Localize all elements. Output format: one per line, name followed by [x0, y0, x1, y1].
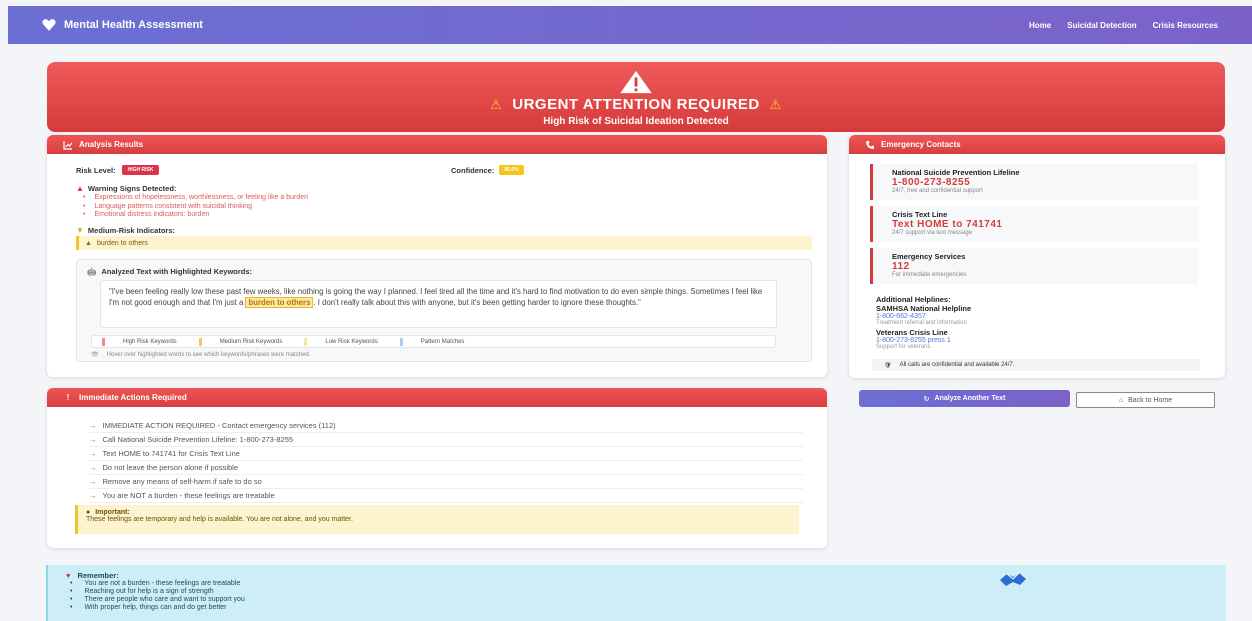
eye-icon: 👁 [91, 352, 99, 358]
immediate-actions-card: ! Immediate Actions Required → IMMEDIATE … [47, 388, 827, 548]
analyzed-text-heading: 🤖 Analyzed Text with Highlighted Keyword… [87, 267, 253, 276]
alert-subtitle: High Risk of Suicidal Ideation Detected [543, 116, 729, 127]
arrow-right-icon: → [89, 421, 97, 430]
list-item: → Text HOME to 741741 for Crisis Text Lin… [89, 447, 803, 461]
remember-list: You are not a burden - these feelings ar… [70, 580, 245, 612]
hover-hint: 👁 Hover over highlighted words to see wh… [91, 351, 311, 359]
card-header: Analysis Results [47, 135, 827, 154]
analyzed-text-box: 🤖 Analyzed Text with Highlighted Keyword… [76, 259, 812, 362]
legend-medium: Medium Risk Keywords [198, 337, 282, 346]
warning-signs-list: Expressions of hopelessness, worthlessne… [83, 194, 308, 220]
alert-title: ⚠ URGENT ATTENTION REQUIRED ⚠ [47, 96, 1225, 113]
highlighted-keyword[interactable]: burden to others [245, 297, 314, 308]
medium-risk-heading: ▼ Medium-Risk Indicators: [76, 226, 176, 235]
warning-icon: ⚠ [490, 96, 503, 112]
warning-icon: ⚠ [769, 96, 782, 112]
list-item: Emotional distress indicators: burden [83, 211, 308, 220]
analyze-another-button[interactable]: ↻ Analyze Another Text [859, 390, 1070, 407]
card-title: Immediate Actions Required [79, 393, 187, 402]
card-header: ! Immediate Actions Required [47, 388, 827, 407]
confidence-label: Confidence: [451, 165, 495, 175]
analysis-results-card: Analysis Results Risk Level: HIGH RISK C… [47, 135, 827, 377]
nav-suicidal-detection[interactable]: Suicidal Detection [1067, 21, 1136, 30]
list-item: With proper help, things can and do get … [70, 604, 245, 612]
list-item: There are people who care and want to su… [70, 596, 244, 604]
arrow-right-icon: → [89, 491, 97, 500]
home-icon: ⌂ [1118, 396, 1124, 404]
list-item: Reaching out for help is a sign of stren… [70, 588, 245, 596]
arrow-right-icon: → [89, 435, 97, 444]
brand[interactable]: Mental Health Assessment [42, 19, 203, 31]
legend-pattern: Pattern Matches [399, 337, 464, 346]
confidence-badge: 85.0% [499, 165, 524, 175]
nav-crisis-resources[interactable]: Crisis Resources [1153, 21, 1218, 30]
phone-icon [865, 140, 875, 150]
helpline-number[interactable]: 1-800-273-8255 press 1 [876, 337, 1186, 344]
alert-title-text: URGENT ATTENTION REQUIRED [512, 96, 760, 113]
actions-list: → IMMEDIATE ACTION REQUIRED - Contact eme… [89, 419, 827, 503]
contact-lifeline[interactable]: National Suicide Prevention Lifeline 1-8… [870, 164, 1198, 200]
list-item: Expressions of hopelessness, worthlessne… [83, 194, 308, 203]
arrow-right-icon: → [89, 477, 97, 486]
medium-risk-item: ▲ burden to others [76, 236, 812, 250]
card-title: Emergency Contacts [881, 140, 961, 149]
card-header: Emergency Contacts [849, 135, 1225, 154]
additional-helplines: Additional Helplines: SAMHSA National He… [876, 295, 1186, 350]
list-item: → Remove any means of self-harm if safe t… [89, 475, 803, 489]
arrow-right-icon: → [89, 463, 97, 472]
helpline-number[interactable]: 1-800-662-4357 [876, 313, 1186, 320]
nav-home[interactable]: Home [1029, 21, 1051, 30]
robot-icon: 🤖 [87, 267, 97, 276]
back-to-home-button[interactable]: ⌂ Back to Home [1076, 392, 1215, 408]
handshake-icon [1000, 572, 1026, 586]
list-item: → You are NOT a burden - these feelings a… [89, 489, 803, 503]
legend-low: Low Risk Keywords [304, 337, 378, 346]
shield-icon: 🛡 [884, 362, 892, 369]
risk-level: Risk Level: HIGH RISK [76, 165, 160, 175]
heart-icon: ♥ [66, 571, 71, 580]
heart-icon [42, 19, 56, 31]
nav-links: Home Suicidal Detection Crisis Resources [1029, 21, 1218, 30]
remember-box: ♥ Remember: You are not a burden - these… [46, 565, 1226, 621]
confidence: Confidence: 85.0% [451, 165, 524, 175]
urgent-alert-banner: ⚠ URGENT ATTENTION REQUIRED ⚠ High Risk … [47, 62, 1225, 132]
risk-badge: HIGH RISK [121, 165, 160, 175]
warning-signs-heading: ▲ Warning Signs Detected: [76, 184, 177, 193]
contact-emergency-services[interactable]: Emergency Services 112 For immediate eme… [870, 248, 1198, 284]
list-item: → IMMEDIATE ACTION REQUIRED - Contact eme… [89, 419, 803, 433]
list-item: You are not a burden - these feelings ar… [70, 580, 245, 588]
brand-title: Mental Health Assessment [64, 19, 203, 31]
list-item: Language patterns consistent with suicid… [83, 203, 308, 212]
list-item: → Call National Suicide Prevention Lifeli… [89, 433, 803, 447]
legend-high: High Risk Keywords [102, 337, 177, 346]
confidential-note: 🛡 All calls are confidential and availab… [872, 359, 1200, 371]
contact-crisis-text[interactable]: Crisis Text Line Text HOME to 741741 24/… [870, 206, 1198, 242]
lightbulb-icon: ● [86, 509, 91, 516]
keyword-legend: High Risk Keywords Medium Risk Keywords … [91, 335, 776, 348]
warning-triangle-icon: ▲ [76, 184, 84, 193]
chart-icon [63, 140, 73, 150]
chevron-down-icon: ▼ [76, 226, 84, 235]
exclamation-icon: ! [66, 393, 70, 402]
remember-heading: ♥ Remember: [66, 571, 119, 580]
redo-icon: ↻ [923, 395, 930, 403]
card-title: Analysis Results [79, 140, 144, 149]
emergency-contacts-card: Emergency Contacts National Suicide Prev… [849, 135, 1225, 378]
arrow-right-icon: → [89, 449, 97, 458]
navbar: Mental Health Assessment Home Suicidal D… [8, 6, 1252, 44]
list-item: → Do not leave the person alone if possib… [89, 461, 803, 475]
important-note: ● Important: These feelings are temporary… [75, 505, 799, 534]
warning-triangle-icon [620, 70, 652, 94]
risk-label: Risk Level: [76, 165, 116, 175]
analyzed-text-quote: "I've been feeling really low these past… [100, 280, 777, 328]
warning-triangle-icon: ▲ [85, 239, 92, 247]
